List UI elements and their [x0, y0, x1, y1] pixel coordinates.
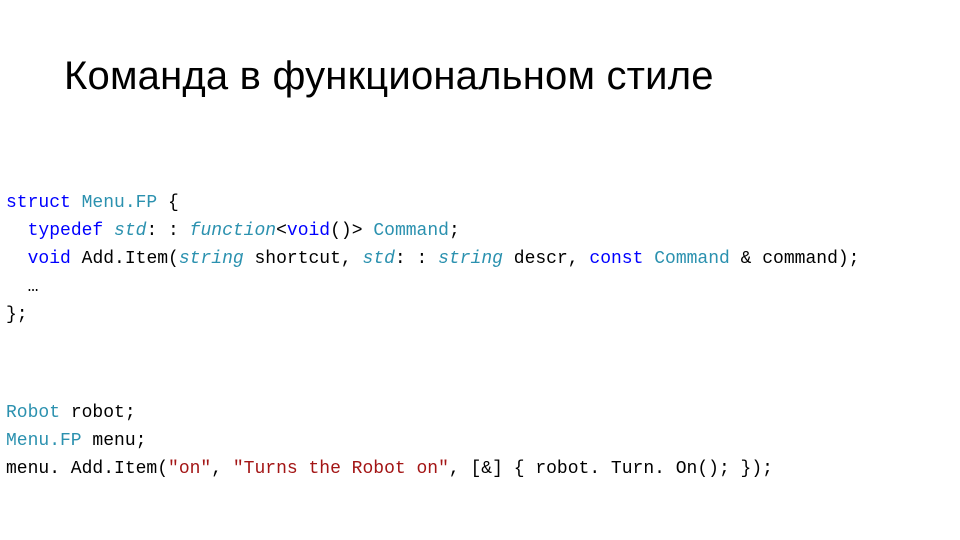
- code-line: Robot robot;: [6, 403, 136, 423]
- text: Add.Item(: [82, 249, 179, 269]
- text: {: [157, 193, 179, 213]
- text: ,: [211, 459, 233, 479]
- code-block-struct: struct Menu.FP { typedef std: : function…: [6, 190, 859, 329]
- text: descr,: [514, 249, 590, 269]
- text: & command);: [741, 249, 860, 269]
- text: robot;: [60, 403, 136, 423]
- keyword: void: [28, 249, 71, 269]
- text: [730, 249, 741, 269]
- keyword: typedef: [28, 221, 104, 241]
- text: shortcut,: [254, 249, 362, 269]
- text: : :: [146, 221, 189, 241]
- text: [643, 249, 654, 269]
- type-italic: std: [114, 221, 146, 241]
- string-literal: "Turns the Robot on": [233, 459, 449, 479]
- text: [71, 193, 82, 213]
- slide-title: Команда в функциональном стиле: [64, 54, 714, 99]
- type-name: Robot: [6, 403, 60, 423]
- text: ;: [449, 221, 460, 241]
- keyword: void: [287, 221, 330, 241]
- code-line: Menu.FP menu;: [6, 431, 146, 451]
- text: [71, 249, 82, 269]
- text: menu. Add.Item(: [6, 459, 168, 479]
- type-italic: function: [190, 221, 276, 241]
- code-line: menu. Add.Item("on", "Turns the Robot on…: [6, 459, 773, 479]
- code-line: typedef std: : function<void()> Command;: [6, 221, 460, 241]
- text: , [&] { robot. Turn. On(); });: [449, 459, 773, 479]
- text: };: [6, 305, 28, 325]
- type-italic: string: [438, 249, 503, 269]
- indent: [6, 277, 28, 297]
- text: …: [28, 277, 39, 297]
- type-italic: std: [363, 249, 395, 269]
- text: <: [276, 221, 287, 241]
- keyword: struct: [6, 193, 71, 213]
- type-italic: string: [179, 249, 244, 269]
- string-literal: "on": [168, 459, 211, 479]
- keyword: const: [589, 249, 643, 269]
- type-name: Command: [654, 249, 730, 269]
- code-line: };: [6, 305, 28, 325]
- text: : :: [395, 249, 438, 269]
- text: [503, 249, 514, 269]
- text: ()>: [330, 221, 373, 241]
- type-name: Menu.FP: [6, 431, 82, 451]
- code-line: void Add.Item(string shortcut, std: : st…: [6, 249, 859, 269]
- type-name: Menu.FP: [82, 193, 158, 213]
- text: [244, 249, 255, 269]
- text: menu;: [82, 431, 147, 451]
- code-block-usage: Robot robot; Menu.FP menu; menu. Add.Ite…: [6, 400, 773, 484]
- code-line: struct Menu.FP {: [6, 193, 179, 213]
- type-name: Command: [373, 221, 449, 241]
- indent: [6, 249, 28, 269]
- slide: Команда в функциональном стиле struct Me…: [0, 0, 960, 540]
- code-line: …: [6, 277, 38, 297]
- indent: [6, 221, 28, 241]
- text: [103, 221, 114, 241]
